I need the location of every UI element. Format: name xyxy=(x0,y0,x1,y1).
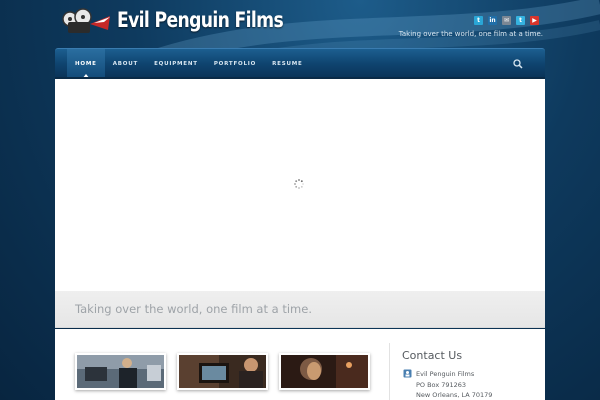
header-tagline: Taking over the world, one film at a tim… xyxy=(398,30,543,38)
social-links: t in ✉ t ▶ xyxy=(474,16,539,25)
nav-item-home[interactable]: HOME xyxy=(67,49,105,79)
portfolio-thumb[interactable] xyxy=(75,353,166,390)
nav-item-resume[interactable]: RESUME xyxy=(264,49,310,79)
contact-title: Contact Us xyxy=(402,349,463,362)
site-title[interactable]: Evil Penguin Films xyxy=(117,8,284,32)
tagline-band-text: Taking over the world, one film at a tim… xyxy=(75,302,312,316)
nav-item-portfolio[interactable]: PORTFOLIO xyxy=(206,49,264,79)
sidebar-divider xyxy=(389,343,390,400)
twitter-bird-icon[interactable]: t xyxy=(516,16,525,25)
portfolio-thumb[interactable] xyxy=(177,353,268,390)
site-header: Evil Penguin Films t in ✉ t ▶ Taking over th… xyxy=(55,0,545,48)
thumb-film-crew-on-street xyxy=(77,355,164,388)
email-icon[interactable]: ✉ xyxy=(502,16,511,25)
thumb-man-with-monitor xyxy=(179,355,266,388)
twitter-icon[interactable]: t xyxy=(474,16,483,25)
contact-address: Evil Penguin Films PO Box 791263 New Orl… xyxy=(416,369,492,400)
content-area: Contact Us Evil Penguin Films PO Box 791… xyxy=(55,329,545,400)
portfolio-thumb[interactable] xyxy=(279,353,370,390)
film-camera-penguin-logo[interactable] xyxy=(60,8,112,36)
search-icon[interactable] xyxy=(513,59,523,69)
contact-line-city: New Orleans, LA 70179 xyxy=(416,391,493,399)
nav-item-about[interactable]: ABOUT xyxy=(105,49,146,79)
thumb-woman-portrait xyxy=(281,355,368,388)
loading-spinner-icon xyxy=(294,179,304,189)
main-navigation: HOME ABOUT EQUIPMENT PORTFOLIO RESUME xyxy=(55,48,545,79)
youtube-icon[interactable]: ▶ xyxy=(530,16,539,25)
featured-slider[interactable] xyxy=(55,79,545,291)
nav-item-equipment[interactable]: EQUIPMENT xyxy=(146,49,206,79)
tagline-band: Taking over the world, one film at a tim… xyxy=(55,291,545,328)
address-book-icon xyxy=(403,369,412,378)
contact-line-name: Evil Penguin Films xyxy=(416,370,475,378)
linkedin-icon[interactable]: in xyxy=(488,16,497,25)
contact-line-pobox: PO Box 791263 xyxy=(416,380,467,389)
